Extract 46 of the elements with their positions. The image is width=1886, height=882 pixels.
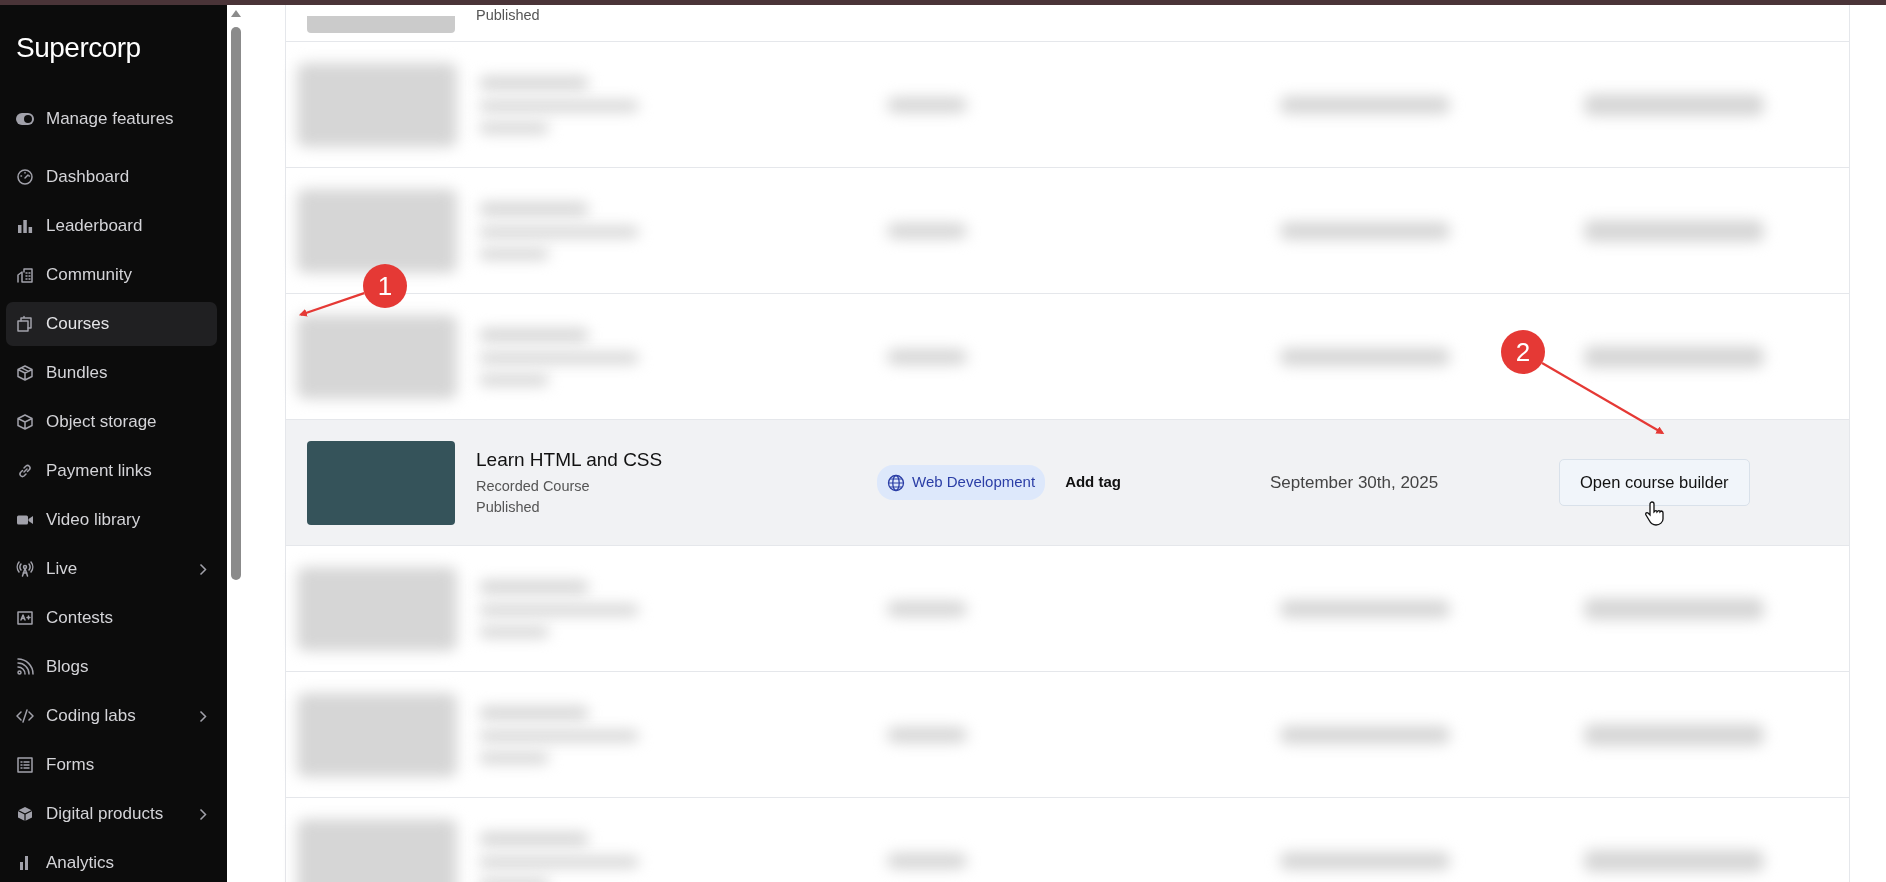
sidebar-item[interactable]: Leaderboard: [6, 204, 217, 248]
sidebar-item[interactable]: Community: [6, 253, 217, 297]
sidebar-item[interactable]: Forms: [6, 743, 217, 787]
cube-icon: [16, 364, 34, 382]
package-icon: [16, 805, 34, 823]
course-type: Recorded Course: [476, 477, 591, 495]
sidebar-item[interactable]: Blogs: [6, 645, 217, 689]
table-row[interactable]: Learn HTML and CSS Recorded Course Published Web Development Add tag September 30th, 2025 Open course builder: [286, 420, 1849, 546]
sidebar-item[interactable]: Dashboard: [6, 155, 217, 199]
bar-chart-icon: [16, 217, 34, 235]
sidebar-item[interactable]: Bundles: [6, 351, 217, 395]
sidebar-item[interactable]: Courses: [6, 302, 217, 346]
hand-cursor-icon: [1645, 500, 1667, 526]
logo[interactable]: Supercorp: [0, 5, 227, 97]
tag-badge[interactable]: Web Development: [877, 465, 1046, 500]
form-icon: [16, 756, 34, 774]
antenna-icon: [16, 560, 34, 578]
open-course-builder-button[interactable]: Open course builder: [1559, 459, 1750, 506]
box-icon: [16, 413, 34, 431]
gauge-icon: [16, 168, 34, 186]
sidebar-item[interactable]: Coding labs: [6, 694, 217, 738]
add-tag-button[interactable]: Add tag: [1065, 471, 1121, 494]
toggle-icon[interactable]: [16, 113, 34, 125]
course-status: Published: [476, 6, 540, 24]
course-date: September 30th, 2025: [1270, 471, 1440, 494]
code-icon: [16, 707, 34, 725]
sidebar-item[interactable]: Digital products: [6, 792, 217, 836]
sidebar-item[interactable]: Live: [6, 547, 217, 591]
building-icon: [16, 266, 34, 284]
course-title: Learn HTML and CSS: [476, 448, 663, 472]
stacked-squares-icon: [16, 315, 34, 333]
annotation-arrow: [298, 292, 365, 317]
sidebar-item[interactable]: Object storage: [6, 400, 217, 444]
sidebar-item[interactable]: Contests: [6, 596, 217, 640]
annotation-marker: 1: [363, 264, 407, 308]
sidebar-item[interactable]: Payment links: [6, 449, 217, 493]
sidebar-item[interactable]: Video library: [6, 498, 217, 542]
annotation-marker: 2: [1501, 330, 1545, 374]
rss-icon: [16, 658, 34, 676]
course-status: Published: [476, 498, 541, 517]
manage-features-item[interactable]: Manage features: [6, 97, 217, 141]
link-icon: [16, 462, 34, 480]
sidebar-item[interactable]: Analytics: [6, 841, 217, 882]
scroll-up-arrow-icon[interactable]: [231, 10, 241, 17]
certificate-icon: [16, 609, 34, 627]
globe-icon: [887, 473, 905, 492]
